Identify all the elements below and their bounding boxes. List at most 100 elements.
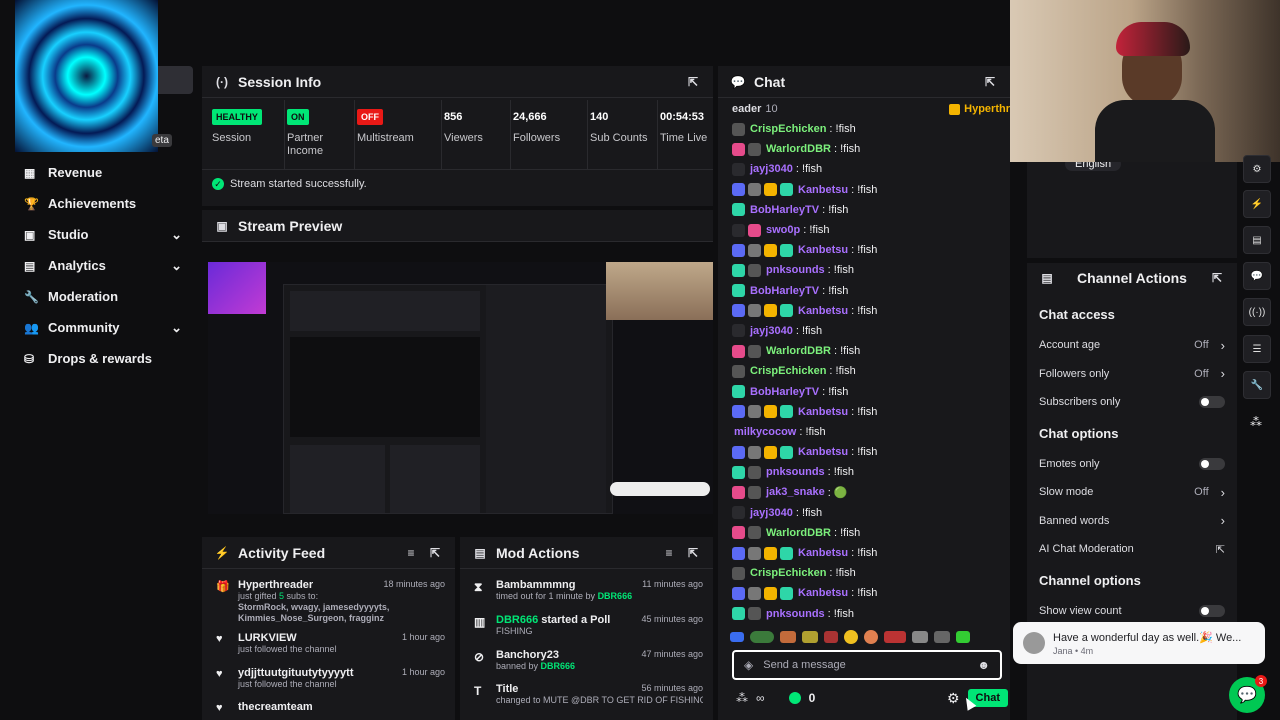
- emoji-icon[interactable]: ☻: [977, 658, 990, 672]
- sidebar-item-analytics[interactable]: ▤ Analytics ⌄: [12, 250, 190, 281]
- chat-username[interactable]: BobHarleyTV: [750, 204, 819, 216]
- chat-username[interactable]: jayj3040: [750, 325, 793, 337]
- chat-message[interactable]: jayj3040: !fish: [718, 321, 1010, 341]
- setting-emotes-only[interactable]: Emotes only: [1027, 450, 1237, 479]
- filter-icon[interactable]: ≡: [661, 545, 677, 561]
- leaderboard-bar[interactable]: eader 10 Hyperthr: [732, 102, 1010, 116]
- leaderboard-top-user[interactable]: Hyperthr: [964, 103, 1010, 115]
- chat-message[interactable]: pnksounds: !fish: [718, 462, 1010, 482]
- sidebar-item-community[interactable]: 👥 Community ⌄: [12, 312, 190, 343]
- list-item[interactable]: ⊘ Banchory23 47 minutes ago banned by DBR66…: [474, 649, 703, 672]
- setting-banned-words[interactable]: Banned words ›: [1027, 507, 1237, 536]
- filter-icon[interactable]: ≡: [403, 545, 419, 561]
- chat-username[interactable]: Kanbetsu: [798, 587, 848, 599]
- chat-message[interactable]: swo0p: !fish: [718, 220, 1010, 240]
- community-icon[interactable]: ⁂: [736, 691, 748, 705]
- chat-username[interactable]: Kanbetsu: [798, 184, 848, 196]
- chat-username[interactable]: Kanbetsu: [798, 406, 848, 418]
- chat-message[interactable]: Kanbetsu: !fish: [718, 301, 1010, 321]
- chat-message[interactable]: jayj3040: !fish: [718, 159, 1010, 179]
- list-item[interactable]: T Title 56 minutes ago changed to MUTE @DBR…: [474, 683, 703, 706]
- chat-username[interactable]: jayj3040: [750, 507, 793, 519]
- chevron-right-icon[interactable]: ›: [1221, 366, 1225, 381]
- chat-message[interactable]: CrispEchicken: !fish: [718, 119, 1010, 139]
- chat-username[interactable]: pnksounds: [766, 466, 825, 478]
- chat-message[interactable]: milkycocow: !fish: [718, 422, 1010, 442]
- popout-icon[interactable]: ⇱: [685, 545, 701, 561]
- external-link-icon[interactable]: ⇱: [1216, 543, 1225, 556]
- chat-username[interactable]: WarlordDBR: [766, 345, 831, 357]
- chat-message[interactable]: pnksounds: !fish: [718, 260, 1010, 280]
- support-chat-button[interactable]: 💬 3: [1229, 675, 1267, 713]
- sidebar-item-revenue[interactable]: ▦ Revenue: [12, 157, 190, 188]
- nav-selected-highlight[interactable]: [158, 66, 193, 94]
- chat-username[interactable]: WarlordDBR: [766, 143, 831, 155]
- chevron-down-icon[interactable]: ⌄: [171, 320, 182, 336]
- chat-message[interactable]: Kanbetsu: !fish: [718, 402, 1010, 422]
- chat-message[interactable]: Kanbetsu: !fish: [718, 543, 1010, 563]
- chevron-right-icon[interactable]: ›: [1221, 485, 1225, 500]
- chat-username[interactable]: jak3_snake: [766, 486, 825, 498]
- list-item[interactable]: ♥ LURKVIEW 1 hour ago just followed the cha…: [216, 632, 445, 655]
- popout-icon[interactable]: ⇱: [1209, 270, 1225, 286]
- chevron-down-icon[interactable]: ⌄: [171, 258, 182, 274]
- popout-icon[interactable]: ⇱: [982, 74, 998, 90]
- chat-username[interactable]: swo0p: [766, 224, 800, 236]
- list-item[interactable]: ♥ ydjjttuutgituutytyyyytt 1 hour ago just f…: [216, 667, 445, 690]
- list-item[interactable]: ♥ thecreamteam: [216, 701, 445, 714]
- sidebar-item-studio[interactable]: ▣ Studio ⌄: [12, 219, 190, 250]
- infinity-icon[interactable]: ∞: [756, 691, 765, 705]
- chat-username[interactable]: pnksounds: [766, 264, 825, 276]
- popout-icon[interactable]: ⇱: [685, 74, 701, 90]
- chat-username[interactable]: milkycocow: [734, 426, 796, 438]
- chat-message[interactable]: BobHarleyTV: !fish: [718, 200, 1010, 220]
- chat-message[interactable]: Kanbetsu: !fish: [718, 583, 1010, 603]
- lightning-button[interactable]: ⚡: [1243, 190, 1271, 218]
- chat-message[interactable]: BobHarleyTV: !fish: [718, 381, 1010, 401]
- chat-username[interactable]: BobHarleyTV: [750, 386, 819, 398]
- setting-account-age[interactable]: Account age Off ›: [1027, 331, 1237, 360]
- channel-points-icon[interactable]: [788, 692, 801, 704]
- chevron-right-icon[interactable]: ›: [1221, 513, 1225, 528]
- chat-message[interactable]: jak3_snake: 🟢: [718, 482, 1010, 502]
- chat-username[interactable]: Kanbetsu: [798, 244, 848, 256]
- chat-message[interactable]: WarlordDBR: !fish: [718, 523, 1010, 543]
- chat-username[interactable]: Kanbetsu: [798, 305, 848, 317]
- list-item[interactable]: ⧗ Bambammmng 11 minutes ago timed out for 1…: [474, 579, 703, 602]
- chat-message[interactable]: pnksounds: !fish: [718, 604, 1010, 624]
- chat-message[interactable]: Kanbetsu: !fish: [718, 240, 1010, 260]
- chat-message[interactable]: WarlordDBR: !fish: [718, 341, 1010, 361]
- chat-username[interactable]: Kanbetsu: [798, 547, 848, 559]
- list-item[interactable]: 🎁 Hyperthreader 18 minutes ago just gifted …: [216, 579, 445, 624]
- toggle-switch[interactable]: [1199, 457, 1225, 470]
- document-button[interactable]: ▤: [1243, 226, 1271, 254]
- chat-username[interactable]: CrispEchicken: [750, 567, 826, 579]
- chevron-right-icon[interactable]: ›: [1221, 338, 1225, 353]
- chat-message[interactable]: Kanbetsu: !fish: [718, 180, 1010, 200]
- chat-message[interactable]: BobHarleyTV: !fish: [718, 281, 1010, 301]
- chat-username[interactable]: BobHarleyTV: [750, 285, 819, 297]
- toggle-switch[interactable]: [1199, 604, 1225, 617]
- chat-username[interactable]: Kanbetsu: [798, 446, 848, 458]
- setting-slow-mode[interactable]: Slow mode Off ›: [1027, 478, 1237, 507]
- broadcast-button[interactable]: ((·)): [1243, 298, 1271, 326]
- setting-ai-chat-moderation[interactable]: AI Chat Moderation ⇱: [1027, 535, 1237, 564]
- sidebar-item-achievements[interactable]: 🏆 Achievements: [12, 188, 190, 219]
- sidebar-item-drops-rewards[interactable]: ⛁ Drops & rewards: [12, 343, 190, 374]
- chevron-down-icon[interactable]: ⌄: [171, 227, 182, 243]
- chat-bubble-button[interactable]: 💬: [1243, 262, 1271, 290]
- chat-message[interactable]: Kanbetsu: !fish: [718, 442, 1010, 462]
- chat-username[interactable]: pnksounds: [766, 608, 825, 620]
- sidebar-item-moderation[interactable]: 🔧 Moderation: [12, 281, 190, 312]
- chat-input-placeholder[interactable]: Send a message: [763, 659, 967, 671]
- settings-gear-icon[interactable]: ⚙: [947, 690, 960, 707]
- list-item[interactable]: ▥ DBR666 started a Poll 45 minutes ago FISH…: [474, 614, 703, 637]
- chat-username[interactable]: WarlordDBR: [766, 527, 831, 539]
- stream-preview-video[interactable]: [208, 262, 713, 514]
- setting-subscribers-only[interactable]: Subscribers only: [1027, 388, 1237, 417]
- chat-username[interactable]: CrispEchicken: [750, 123, 826, 135]
- settings-button[interactable]: ⚙: [1243, 155, 1271, 183]
- chat-username[interactable]: CrispEchicken: [750, 365, 826, 377]
- chat-message[interactable]: CrispEchicken: !fish: [718, 361, 1010, 381]
- emote-strip[interactable]: [730, 629, 1005, 645]
